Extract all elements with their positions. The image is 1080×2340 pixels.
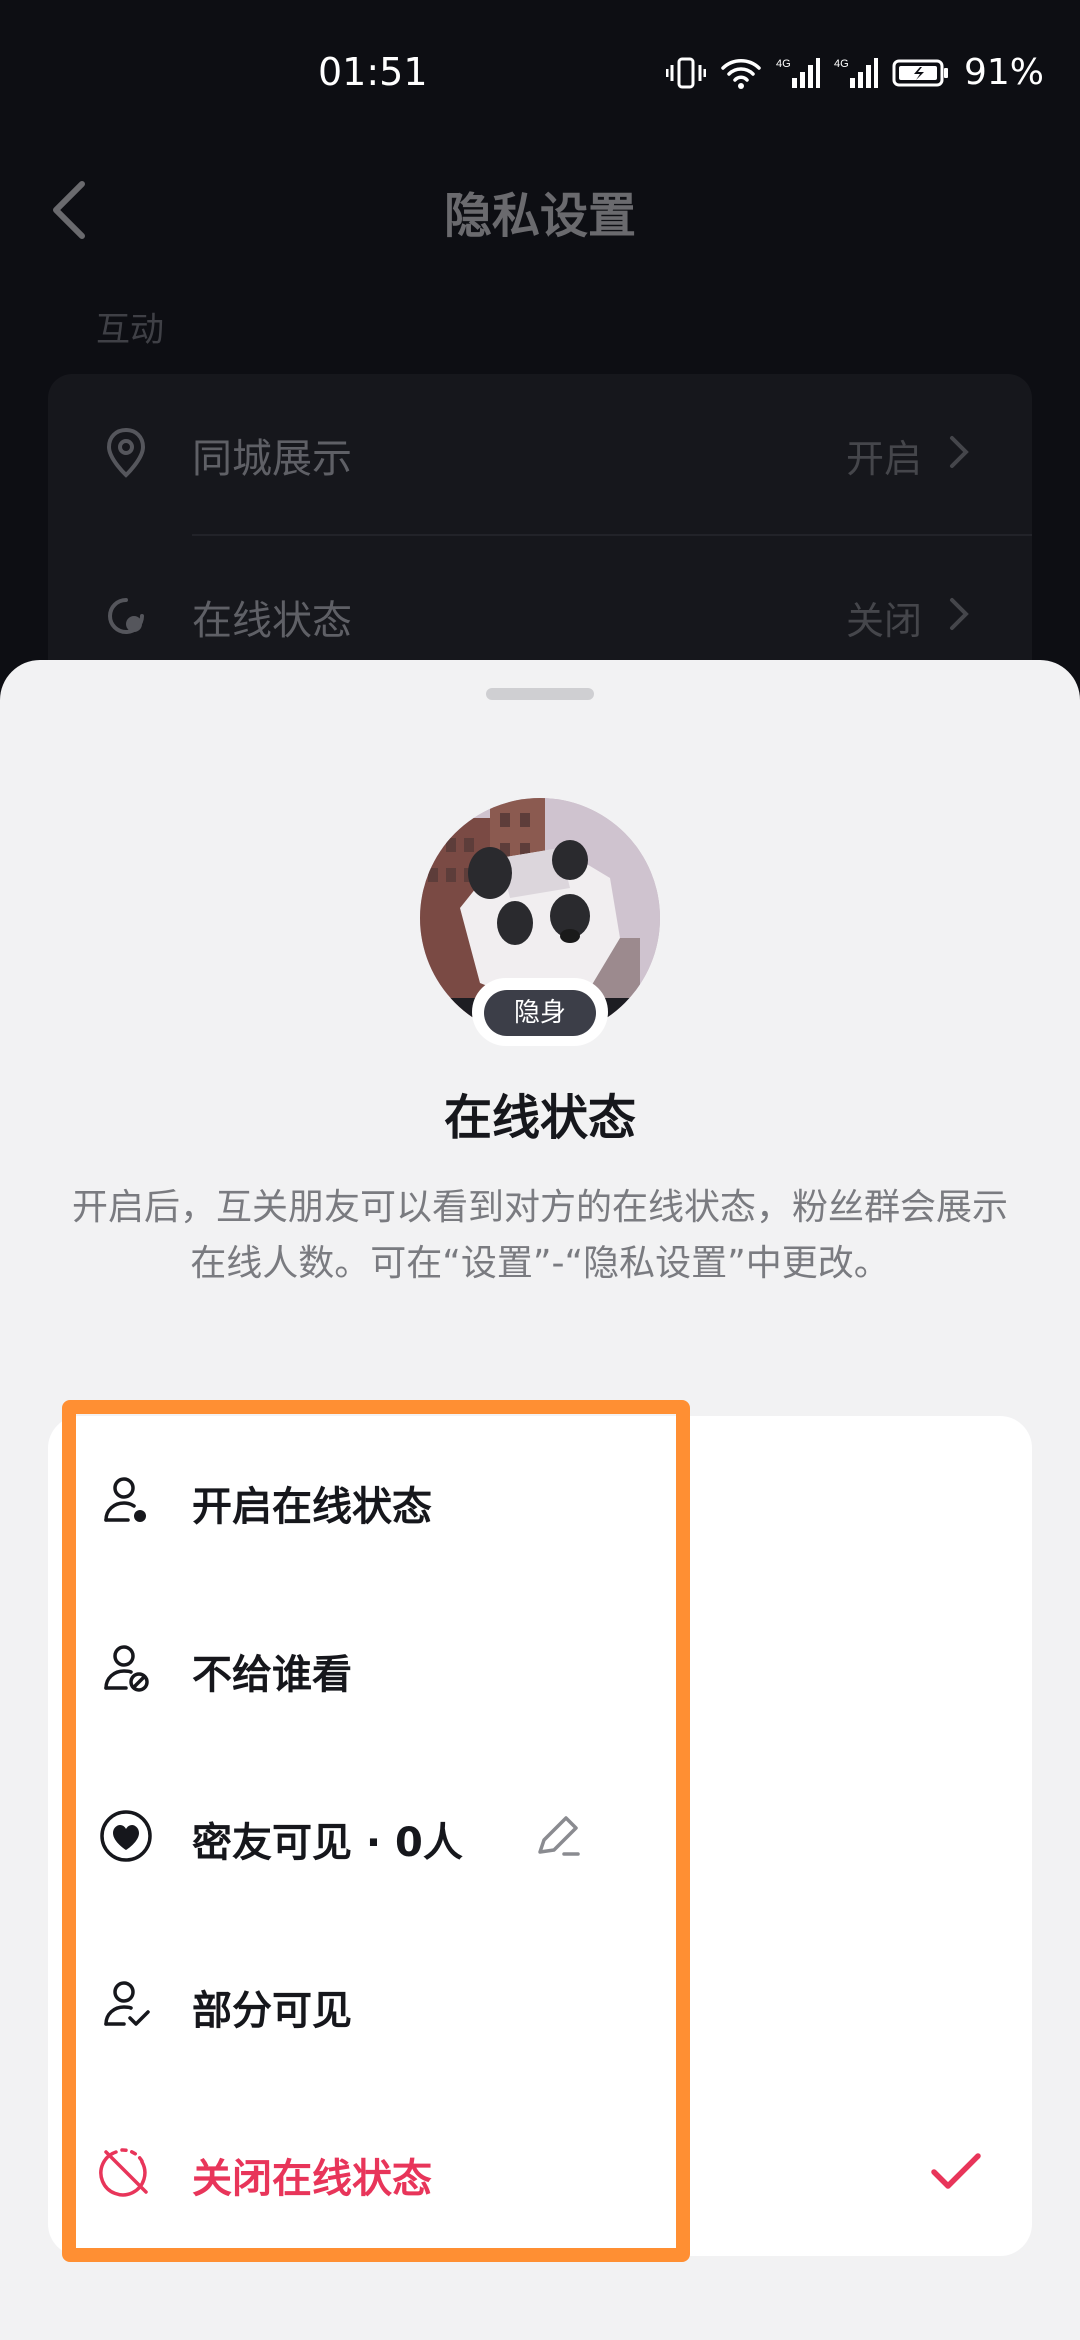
svg-text:4G: 4G [776,58,791,70]
setting-label: 同城展示 [192,436,352,482]
status-icons: 4G 4G 91% [665,52,1044,93]
signal-icon-2: 4G [834,57,878,88]
online-status-icon [108,598,144,634]
page-title: 隐私设置 [443,188,636,244]
location-pin-icon [106,427,146,478]
section-label: 互动 [96,310,164,350]
highlight-box [62,1400,690,2262]
setting-value: 开启 [845,437,922,481]
setting-row-city-display[interactable]: 同城展示 开启 [48,374,1032,534]
setting-label: 在线状态 [192,598,352,644]
wifi-icon [721,58,761,89]
setting-value: 关闭 [845,599,922,643]
battery-icon [892,59,948,86]
checkmark-icon [931,2153,981,2189]
status-time: 01:51 [318,50,428,94]
signal-icon-1: 4G [776,57,820,88]
sheet-drag-handle[interactable] [486,688,594,700]
vibrate-icon [665,57,706,88]
status-badge: 隐身 [484,990,596,1036]
sheet-title: 在线状态 [443,1090,636,1146]
status-bar: 01:51 4G 4G 91% [0,0,1080,150]
chevron-right-icon [950,598,969,630]
chevron-right-icon [950,436,969,468]
battery-percent: 91% [963,52,1044,93]
sheet-description: 开启后，互关朋友可以看到对方的在线状态，粉丝群会展示在线人数。可在“设置”-“隐… [71,1187,1008,1284]
svg-text:4G: 4G [834,58,849,70]
